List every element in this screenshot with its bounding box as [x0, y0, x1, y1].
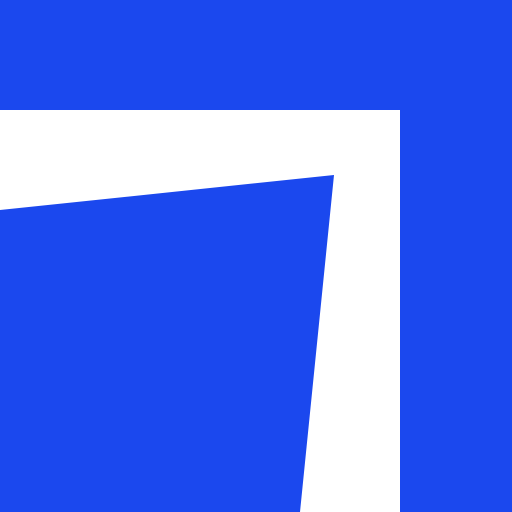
app-icon-canvas: [0, 0, 512, 512]
brand-logo-icon: [0, 0, 512, 512]
logo-background: [0, 0, 512, 512]
